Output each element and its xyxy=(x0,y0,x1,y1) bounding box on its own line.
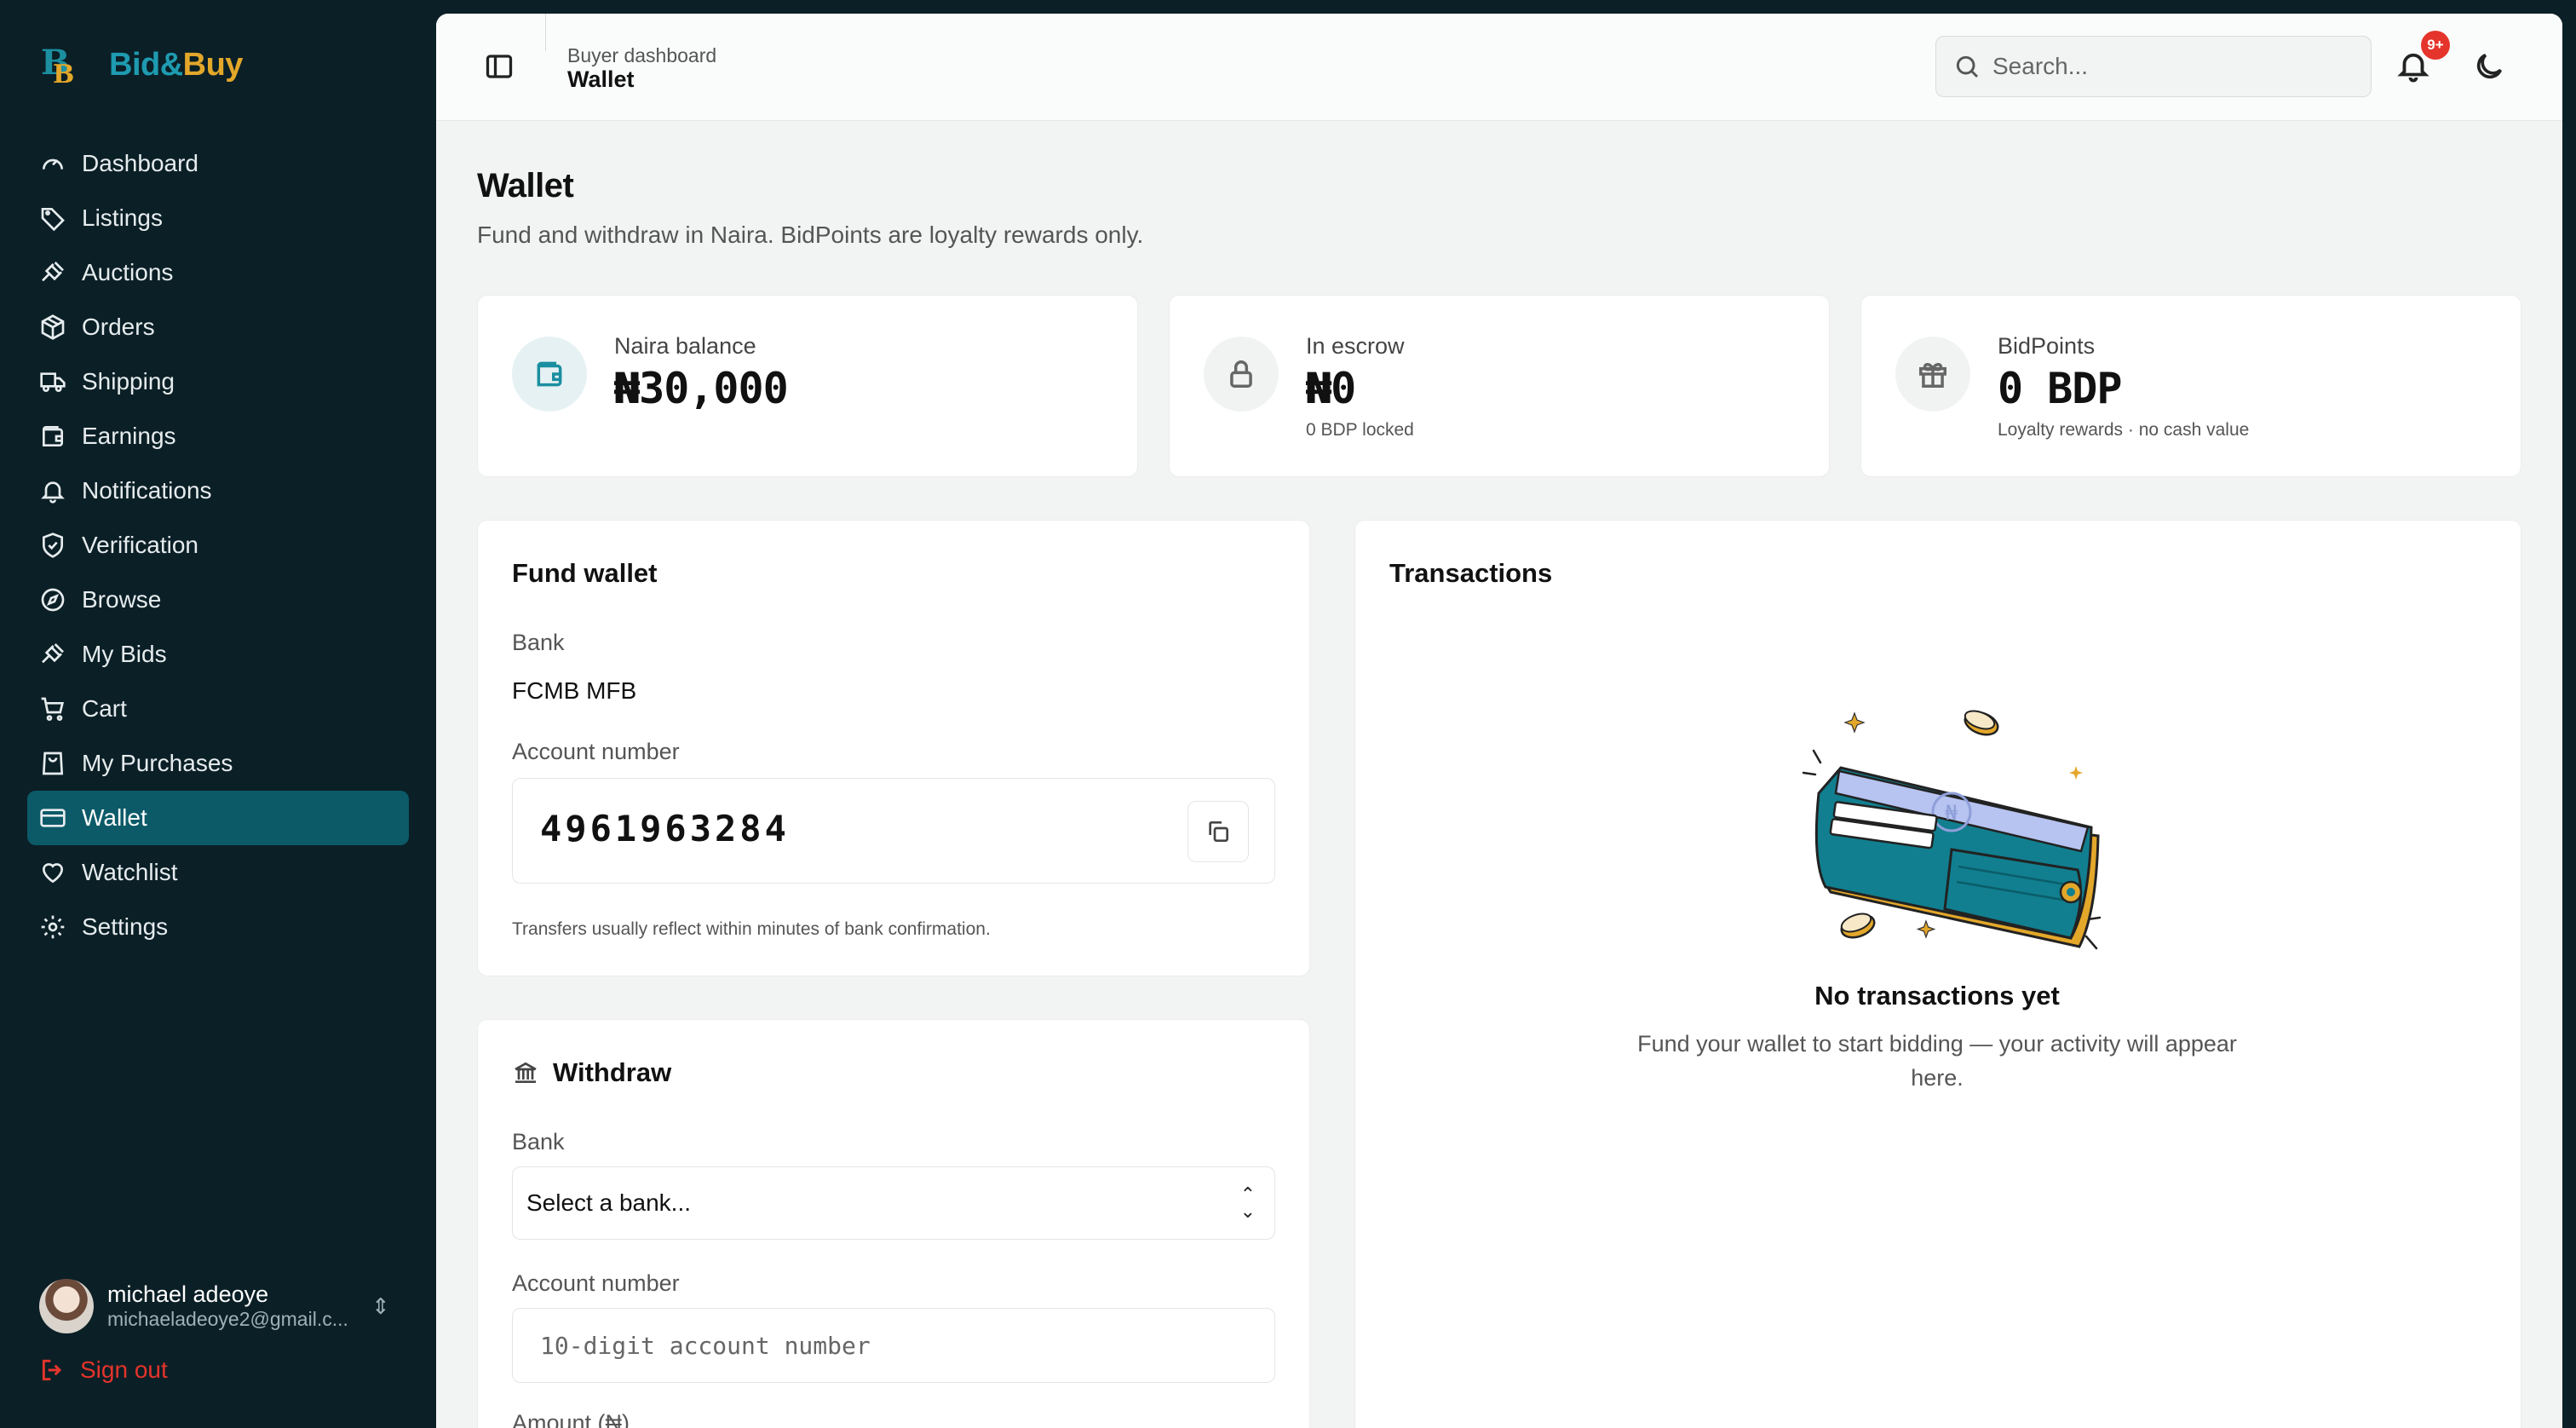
user-name: michael adeoye xyxy=(107,1281,269,1307)
stat-label: BidPoints xyxy=(1998,333,2096,359)
top-bar: Buyer dashboard Wallet 9+ xyxy=(436,14,2562,121)
copy-button[interactable] xyxy=(1187,801,1249,862)
main-content: Buyer dashboard Wallet 9+ Wallet Fund an… xyxy=(436,14,2562,1428)
sidebar-item-earnings[interactable]: Earnings xyxy=(27,409,409,464)
gift-icon xyxy=(1919,362,1946,388)
sidebar-item-listings[interactable]: Listings xyxy=(27,191,409,245)
transfer-hint: Transfers usually reflect within minutes… xyxy=(512,919,991,939)
breadcrumb-parent[interactable]: Buyer dashboard xyxy=(567,44,716,67)
bell-icon xyxy=(41,481,65,504)
shield-check-icon xyxy=(43,533,63,558)
bidpoints-card: BidPoints 0 BDP Loyalty rewards · no cas… xyxy=(1860,295,2521,477)
bank-select[interactable]: Select a bank... ⌃ ⌄ xyxy=(512,1166,1275,1240)
breadcrumb-current: Wallet xyxy=(567,66,635,92)
sidebar-item-dashboard[interactable]: Dashboard xyxy=(27,136,409,191)
bidpoints-note: Loyalty rewards · no cash value xyxy=(1998,420,2250,440)
theme-toggle-button[interactable] xyxy=(2472,49,2506,83)
escrow-note: 0 BDP locked xyxy=(1306,420,1414,440)
search-icon xyxy=(1956,55,1979,78)
bidpoints-value: 0 BDP xyxy=(1998,364,2123,413)
stat-label: In escrow xyxy=(1306,333,1405,359)
gavel-icon xyxy=(42,262,64,282)
account-number-box: 4961963284 xyxy=(512,778,1275,884)
shopping-bag-icon xyxy=(42,751,64,775)
divider xyxy=(545,14,546,51)
bank-value: FCMB MFB xyxy=(512,677,637,704)
sidebar-item-my-bids[interactable]: My Bids xyxy=(27,627,409,682)
avatar xyxy=(39,1279,94,1333)
sidebar-item-notifications[interactable]: Notifications xyxy=(27,464,409,518)
gear-icon xyxy=(41,915,65,939)
sidebar-item-auctions[interactable]: Auctions xyxy=(27,245,409,300)
chevron-up-down-icon: ⌃ ⌄ xyxy=(1239,1183,1256,1222)
credit-card-icon xyxy=(40,809,66,827)
transactions-card: Transactions ₦ No transactions yet Fund … xyxy=(1354,520,2521,1428)
truck-icon xyxy=(40,372,66,392)
escrow-value: ₦0 xyxy=(1306,364,1356,413)
brand-name: Bid&Buy xyxy=(109,46,243,83)
panel-left-icon xyxy=(486,55,513,78)
brand-mark-icon: BB xyxy=(41,43,75,89)
sidebar-item-cart[interactable]: Cart xyxy=(27,682,409,736)
search-box[interactable] xyxy=(1935,36,2372,97)
fund-wallet-card: Fund wallet Bank FCMB MFB Account number… xyxy=(477,520,1310,976)
fund-wallet-title: Fund wallet xyxy=(512,558,658,588)
brand-logo[interactable]: BB Bid&Buy xyxy=(41,43,243,89)
copy-icon xyxy=(1209,821,1228,842)
empty-wallet-illustration-icon: ₦ xyxy=(1802,710,2102,950)
sidebar-item-orders[interactable]: Orders xyxy=(27,300,409,354)
notification-badge: 9+ xyxy=(2421,31,2450,60)
lock-icon xyxy=(1230,360,1252,388)
wallet-icon xyxy=(537,361,562,387)
sidebar-item-settings[interactable]: Settings xyxy=(27,900,409,954)
bank-icon xyxy=(515,1062,537,1083)
cart-icon xyxy=(41,697,65,721)
transactions-title: Transactions xyxy=(1389,558,1553,588)
sidebar-toggle-button[interactable] xyxy=(484,51,515,82)
stat-label: Naira balance xyxy=(614,333,756,359)
account-number-label: Account number xyxy=(512,739,680,764)
sign-out-icon xyxy=(42,1359,62,1381)
sidebar-item-my-purchases[interactable]: My Purchases xyxy=(27,736,409,791)
bank-label: Bank xyxy=(512,630,565,655)
search-input[interactable] xyxy=(1992,53,2350,80)
moon-icon xyxy=(2476,53,2503,79)
gavel-icon xyxy=(42,643,64,664)
gauge-icon xyxy=(43,158,63,170)
page-title: Wallet xyxy=(477,167,574,204)
amount-label: Amount (₦) xyxy=(512,1410,630,1428)
withdraw-card: Withdraw Bank Select a bank... ⌃ ⌄ Accoun… xyxy=(477,1019,1310,1428)
withdraw-bank-label: Bank xyxy=(512,1129,565,1154)
chevron-up-down-icon: ⇕ xyxy=(371,1293,390,1319)
user-menu[interactable]: michael adeoye michaeladeoye2@gmail.c...… xyxy=(39,1276,397,1336)
heart-icon xyxy=(42,863,64,884)
empty-state-text: Fund your wallet to start bidding — your… xyxy=(1637,1031,2237,1091)
sidebar-item-verification[interactable]: Verification xyxy=(27,518,409,573)
wallet-icon xyxy=(43,426,63,446)
escrow-card: In escrow ₦0 0 BDP locked xyxy=(1169,295,1830,477)
withdraw-account-label: Account number xyxy=(512,1270,680,1296)
sidebar-item-wallet[interactable]: Wallet xyxy=(27,791,409,845)
sidebar-item-browse[interactable]: Browse xyxy=(27,573,409,627)
page-subtitle: Fund and withdraw in Naira. BidPoints ar… xyxy=(477,222,1144,248)
naira-balance-value: ₦30,000 xyxy=(614,364,789,413)
withdraw-title: Withdraw xyxy=(553,1057,672,1087)
sidebar: BB Bid&Buy Dashboard Listings Auctions O… xyxy=(0,0,436,1428)
sidebar-item-shipping[interactable]: Shipping xyxy=(27,354,409,409)
empty-state-title: No transactions yet xyxy=(1814,981,2060,1011)
compass-icon xyxy=(41,588,65,612)
sidebar-item-watchlist[interactable]: Watchlist xyxy=(27,845,409,900)
user-email: michaeladeoye2@gmail.c... xyxy=(107,1308,348,1330)
account-number-input[interactable] xyxy=(512,1308,1275,1383)
account-number-value: 4961963284 xyxy=(540,808,790,849)
tag-icon xyxy=(41,208,65,232)
sign-out-button[interactable]: Sign out xyxy=(39,1356,168,1384)
sidebar-nav: Dashboard Listings Auctions Orders Shipp… xyxy=(27,136,409,954)
package-icon xyxy=(41,314,65,340)
naira-balance-card: Naira balance ₦30,000 xyxy=(477,295,1138,477)
svg-text:₦: ₦ xyxy=(1945,801,1958,825)
